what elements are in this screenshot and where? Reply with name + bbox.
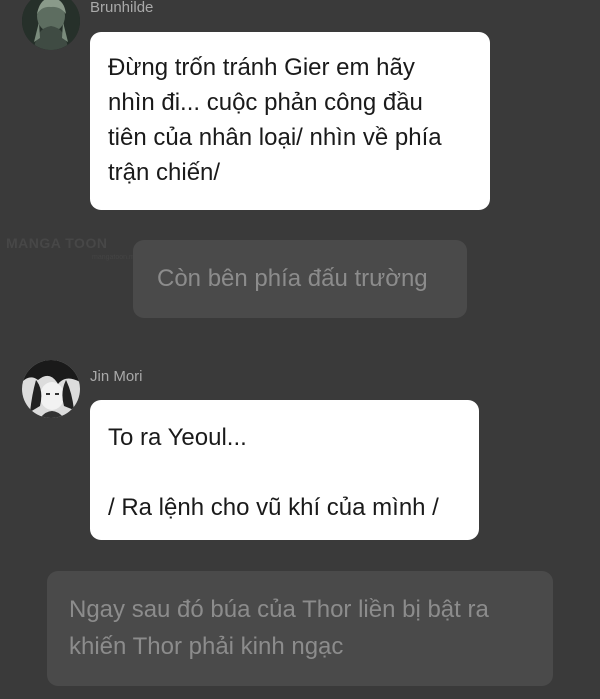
message-line: To ra Yeoul... [108,424,247,451]
narration-line: Còn bên phía đấu trường [157,265,428,292]
watermark-logo: MANGA TOON [6,235,108,251]
narration-line: Ngay sau đó búa của Thor liền bị bật ra [69,596,489,623]
avatar[interactable] [22,360,80,418]
message-line: nhìn đi... cuộc phản công đầu [108,89,423,116]
narration-bubble: Ngay sau đó búa của Thor liền bị bật ra … [47,571,553,686]
brunhilde-avatar-icon [22,0,80,50]
message-bubble: Đừng trốn tránh Gier em hãy nhìn đi... c… [90,32,490,210]
message-line: trận chiến/ [108,159,221,186]
narration-bubble: Còn bên phía đấu trường [133,240,467,318]
message-line: tiên của nhân loại/ nhìn về phía [108,124,442,151]
narration-line: khiến Thor phải kinh ngạc [69,633,344,660]
avatar[interactable] [22,0,80,50]
message-bubble: To ra Yeoul... / Ra lệnh cho vũ khí của … [90,400,479,540]
message-line: Đừng trốn tránh Gier em hãy [108,54,415,81]
chat-thread: Brunhilde Đừng trốn tránh Gier em hãy nh… [0,0,600,699]
jin-mori-avatar-icon [22,360,80,418]
sender-name: Brunhilde [90,0,154,16]
sender-name: Jin Mori [90,368,143,385]
message-line: / Ra lệnh cho vũ khí của mình / [108,494,439,521]
